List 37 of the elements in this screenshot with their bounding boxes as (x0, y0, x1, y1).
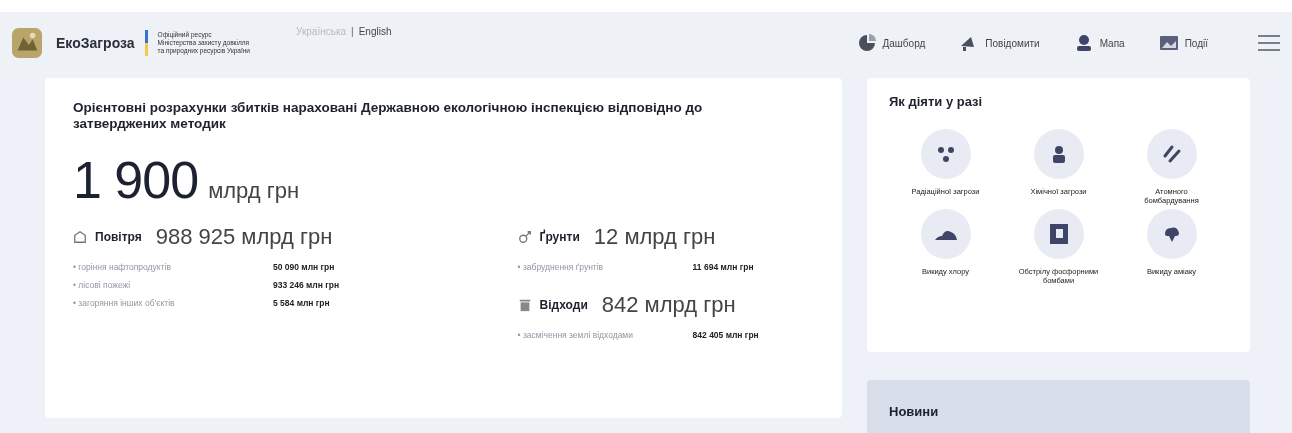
logo-icon (12, 28, 42, 58)
category-amount: 842 млрд грн (601, 292, 736, 318)
how-to-act-title: Як діяти у разі (889, 94, 984, 109)
total-amount: 1 900 (73, 150, 199, 210)
news-title: Новини (889, 404, 940, 419)
nav-link[interactable]: Дашборд (856, 33, 926, 53)
language-link[interactable]: English (358, 26, 392, 37)
damage-value: 11 694 млн грн (692, 261, 754, 274)
damage-value: 5 584 млн грн (273, 297, 330, 310)
brand-name: ЕкоЗагроза (56, 35, 135, 51)
category-name: Ґрунти (539, 230, 580, 244)
category-name: Відходи (539, 298, 588, 312)
pie-chart-icon (856, 33, 877, 53)
category-name: Повітря (95, 230, 142, 244)
damage-label: • забруднення ґрунтів (517, 261, 605, 274)
damage-label: • лісові пожежі (73, 279, 132, 292)
damage-label: • засмічення землі відходами (517, 329, 634, 342)
language-separator: | (351, 26, 354, 37)
damage-label: • загоряння інших об'єктів (73, 297, 176, 310)
damage-value: 842 405 млн грн (692, 329, 759, 342)
radiation-icon (935, 144, 956, 164)
category-amount: 12 млрд грн (593, 224, 716, 250)
flag-stripe (144, 30, 148, 56)
nav-link[interactable]: Мапа (1073, 33, 1125, 53)
trash-icon (517, 298, 532, 312)
image-icon (1158, 33, 1179, 53)
document-icon (1049, 224, 1068, 244)
summary-title: Орієнтовні розрахунки збитків нараховані Державною екологічною інспекцією відповідно до затверджених методик (73, 100, 704, 132)
nav-link[interactable]: Події (1158, 33, 1208, 53)
damage-value: 50 090 млн грн (273, 261, 335, 274)
menu-icon[interactable] (1258, 35, 1280, 51)
damage-value: 933 246 млн грн (273, 279, 340, 292)
total-unit: млрд грн (208, 178, 300, 204)
nav-link[interactable]: Повідомити (959, 33, 1040, 53)
damage-label: • горіння нафтопродуктів (73, 261, 172, 274)
category-amount: 988 925 млрд грн (155, 224, 333, 250)
building-icon (73, 230, 87, 244)
